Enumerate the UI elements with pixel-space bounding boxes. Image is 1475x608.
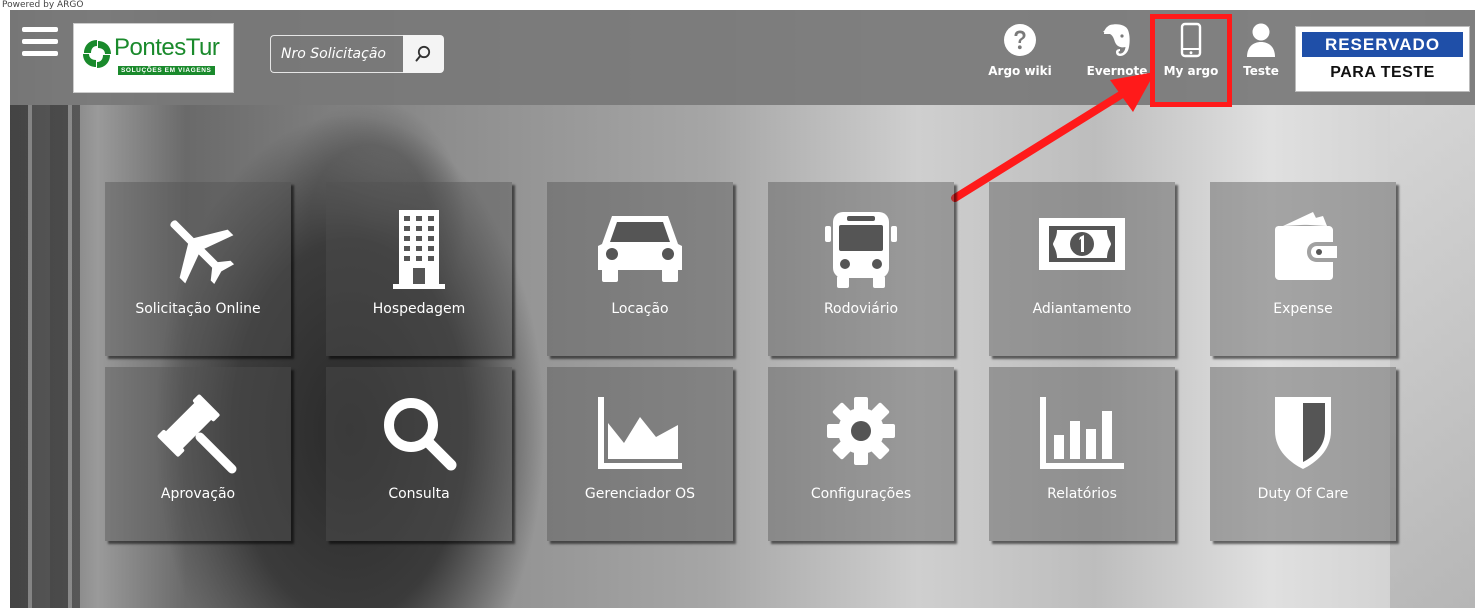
search-button[interactable] — [403, 35, 444, 73]
airplane-icon — [170, 220, 235, 285]
tile-label: Expense — [1273, 301, 1333, 317]
tile-label: Relatórios — [1047, 486, 1117, 502]
pontestur-logo[interactable]: PontesTur SOLUÇÕES EM VIAGENS — [73, 23, 234, 93]
magnifier-icon — [384, 398, 457, 471]
user-icon — [1247, 23, 1275, 57]
tile-label: Gerenciador OS — [584, 486, 696, 502]
badge-line-2: PARA TESTE — [1330, 64, 1435, 81]
pontestur-logo-mark-icon — [83, 40, 111, 68]
tile-solicitacao-online[interactable]: Solicitação Online — [105, 182, 291, 356]
tile-label: Rodoviário — [823, 301, 899, 317]
powered-by-text: Powered by ARGO — [0, 0, 86, 10]
tile-hospedagem[interactable]: Hospedagem — [326, 182, 512, 356]
tile-label: Adiantamento — [1032, 301, 1132, 317]
tile-label: Consulta — [388, 486, 450, 502]
tile-configuracoes[interactable]: Configurações — [768, 367, 954, 541]
tile-relatorios[interactable]: Relatórios — [989, 367, 1175, 541]
tile-label: Solicitação Online — [135, 301, 261, 317]
badge-line-1: RESERVADO — [1302, 32, 1463, 57]
money-bill-icon — [1039, 218, 1125, 270]
bus-icon — [825, 212, 897, 288]
hamburger-menu-icon[interactable] — [22, 27, 58, 57]
wallet-icon — [1275, 212, 1337, 280]
tile-label: Aprovação — [160, 486, 236, 502]
tile-gerenciador-os[interactable]: Gerenciador OS — [547, 367, 733, 541]
tile-label: Configurações — [810, 486, 912, 502]
logo-name: PontesTur — [114, 34, 220, 61]
tile-label: Duty Of Care — [1257, 486, 1349, 502]
tile-duty-of-care[interactable]: Duty Of Care — [1210, 367, 1396, 541]
building-icon — [393, 210, 445, 289]
search-icon — [415, 45, 431, 62]
shield-icon — [1275, 397, 1331, 469]
tile-consulta[interactable]: Consulta — [326, 367, 512, 541]
bar-chart-icon — [1040, 397, 1124, 469]
gavel-icon — [157, 394, 237, 474]
logo-tagline: SOLUÇÕES EM VIAGENS — [118, 66, 215, 75]
tile-adiantamento[interactable]: Adiantamento — [989, 182, 1175, 356]
tile-rodoviario[interactable]: Rodoviário — [768, 182, 954, 356]
tile-locacao[interactable]: Locação — [547, 182, 733, 356]
gear-icon — [827, 397, 895, 465]
area-chart-icon — [598, 397, 682, 469]
tile-aprovacao[interactable]: Aprovação — [105, 367, 291, 541]
tile-label: Hospedagem — [372, 301, 466, 317]
user-name-label: Teste — [1243, 64, 1279, 78]
question-circle-icon — [1004, 24, 1036, 56]
car-icon — [598, 216, 682, 282]
tile-label: Locação — [611, 301, 669, 317]
reserved-for-testing-badge: RESERVADO PARA TESTE — [1295, 26, 1470, 92]
evernote-elephant-icon — [1103, 24, 1130, 56]
user-profile-button[interactable]: Teste — [1236, 22, 1286, 92]
request-number-search-input[interactable] — [270, 35, 403, 73]
tile-expense[interactable]: Expense — [1210, 182, 1396, 356]
